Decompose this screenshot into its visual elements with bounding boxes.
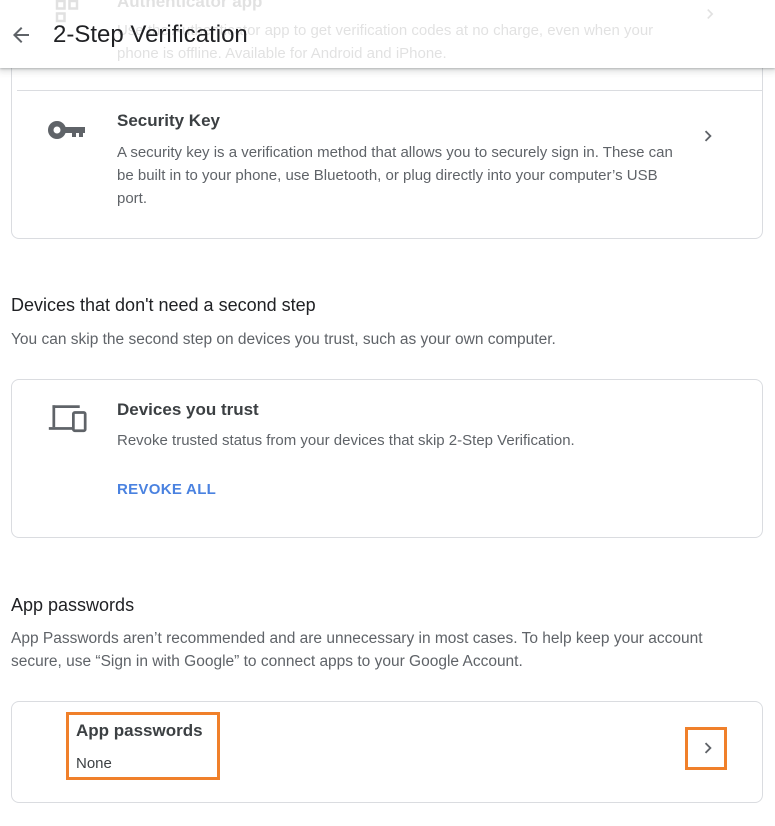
app-passwords-section-description: App Passwords aren’t recommended and are… bbox=[11, 630, 703, 670]
trusted-devices-title: Devices you trust bbox=[117, 400, 259, 419]
security-key-chevron[interactable] bbox=[695, 123, 721, 149]
trusted-devices-description: Revoke trusted status from your devices … bbox=[117, 432, 575, 449]
security-key-description: A security key is a verification method … bbox=[117, 144, 673, 207]
revoke-all-button[interactable]: REVOKE ALL bbox=[117, 481, 216, 498]
page-title: 2-Step Verification bbox=[53, 21, 248, 48]
arrow-back-icon bbox=[13, 27, 29, 43]
app-header: 2-Step Verification bbox=[0, 0, 775, 68]
key-icon bbox=[47, 112, 87, 148]
chevron-right-icon bbox=[704, 130, 712, 142]
devices-icon bbox=[47, 400, 87, 436]
highlight-box-title bbox=[66, 712, 220, 780]
devices-section-description: You can skip the second step on devices … bbox=[11, 331, 556, 348]
devices-section-title: Devices that don't need a second step bbox=[11, 295, 316, 315]
card-divider bbox=[17, 90, 762, 91]
security-key-title: Security Key bbox=[117, 111, 220, 130]
second-steps-card: Security Key A security key is a verific… bbox=[11, 66, 763, 239]
trusted-devices-card: Devices you trust Revoke trusted status … bbox=[11, 379, 763, 538]
back-button[interactable] bbox=[6, 20, 36, 50]
app-passwords-section-title: App passwords bbox=[11, 595, 135, 615]
highlight-box-chevron bbox=[685, 727, 727, 770]
